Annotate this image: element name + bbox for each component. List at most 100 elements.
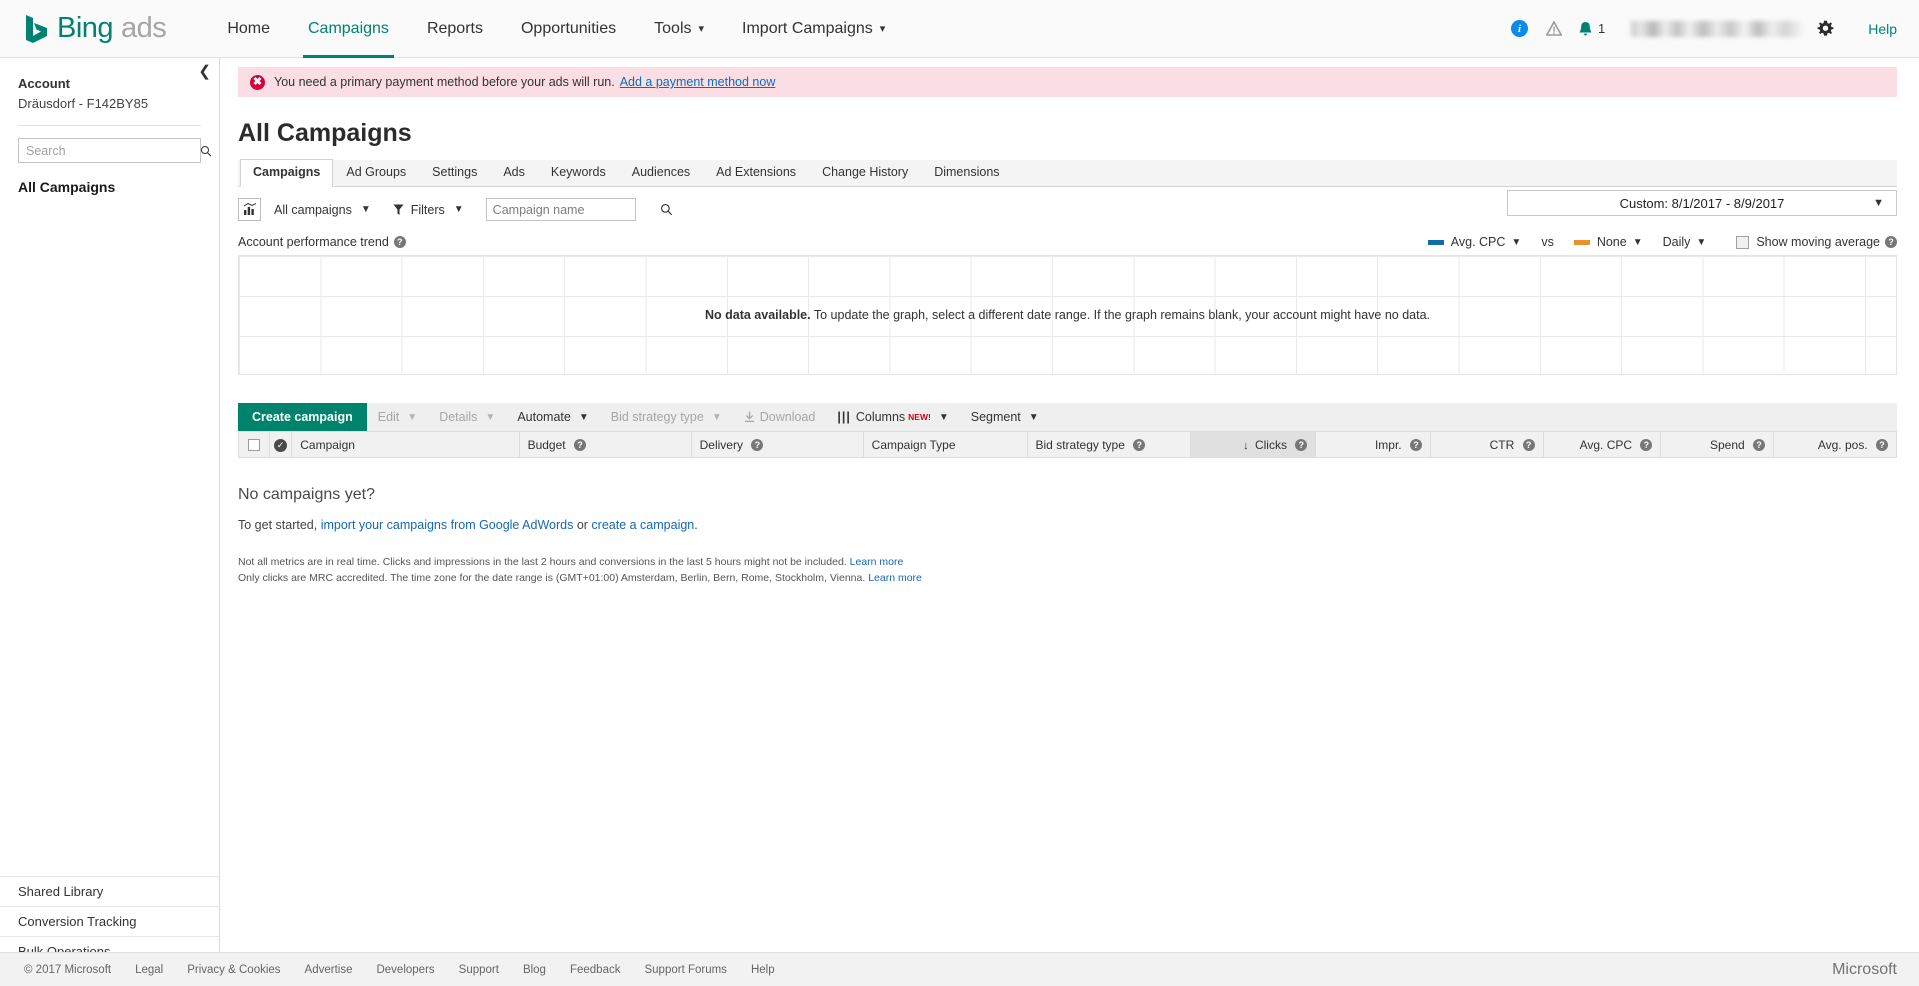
nav-item-import-campaigns-label: Import Campaigns [742,19,873,37]
date-range-picker[interactable]: Custom: 8/1/2017 - 8/9/2017 ▼ [1507,190,1897,216]
page-title: All Campaigns [238,119,412,147]
footer-link-blog[interactable]: Blog [523,964,546,976]
nav-item-home[interactable]: Home [208,0,289,58]
tab-dimensions[interactable]: Dimensions [921,159,1012,186]
sidebar-search-box[interactable] [18,138,212,163]
select-all-checkbox[interactable] [247,439,260,452]
add-payment-method-link[interactable]: Add a payment method now [620,75,776,89]
automate-label: Automate [517,410,571,424]
tab-change-history[interactable]: Change History [809,159,921,186]
column-header-campaign[interactable]: Campaign [291,431,520,458]
help-icon[interactable]: ? [1522,439,1535,452]
sidebar-item-shared-library[interactable]: Shared Library [0,876,219,906]
footer-link-help[interactable]: Help [751,964,775,976]
nav-item-tools[interactable]: Tools ▾ [635,0,723,58]
user-account-name-redacted[interactable] [1631,20,1804,37]
column-header-ctr[interactable]: CTR ? [1429,431,1544,458]
legend-metric-1[interactable]: Avg. CPC ▼ [1427,235,1522,249]
collapse-sidebar-icon[interactable]: ❮ [198,64,211,79]
nav-item-import-campaigns[interactable]: Import Campaigns ▾ [723,0,904,58]
footer-link-support-forums[interactable]: Support Forums [644,964,726,976]
legend-granularity-dropdown[interactable]: Daily ▼ [1663,235,1707,249]
edit-dropdown[interactable]: Edit ▼ [367,403,428,431]
select-all-header[interactable] [238,431,270,458]
footer-link-support[interactable]: Support [459,964,499,976]
download-button[interactable]: Download [733,403,827,431]
column-header-spend[interactable]: Spend ? [1660,431,1775,458]
campaign-name-search-box[interactable] [485,198,672,221]
show-moving-average-checkbox[interactable] [1736,235,1750,249]
help-icon[interactable]: ? [1876,439,1888,452]
create-campaign-link[interactable]: create a campaign [591,518,694,532]
help-icon[interactable]: ? [1133,439,1146,452]
footer-link-advertise[interactable]: Advertise [305,964,353,976]
column-header-avg-pos[interactable]: Avg. pos. ? [1773,431,1897,458]
import-adwords-link[interactable]: import your campaigns from Google AdWord… [321,518,574,532]
nav-item-campaigns[interactable]: Campaigns [289,0,408,58]
nav-item-opportunities[interactable]: Opportunities [502,0,635,58]
bid-strategy-type-label: Bid strategy type [610,410,704,424]
tab-campaigns[interactable]: Campaigns [240,159,334,187]
chevron-down-icon: ▼ [485,411,496,423]
notification-bell-icon[interactable] [1578,21,1593,37]
edit-label: Edit [377,410,400,424]
column-header-impr[interactable]: Impr. ? [1315,431,1431,458]
bing-ads-logo[interactable]: Bing ads [24,12,167,45]
status-column-header[interactable]: ✓ [268,431,293,458]
columns-dropdown[interactable]: ||| Columns NEW! ▼ [826,403,959,431]
settings-gear-icon[interactable] [1817,20,1834,37]
chevron-down-icon: ▼ [360,204,371,215]
funnel-icon [393,204,404,216]
search-input[interactable] [19,139,194,162]
tab-ad-groups[interactable]: Ad Groups [333,159,419,186]
footer-link-legal[interactable]: Legal [135,964,163,976]
help-icon[interactable]: ? [1295,439,1308,452]
column-header-delivery[interactable]: Delivery ? [690,431,864,458]
toggle-chart-button[interactable] [238,198,261,221]
tab-ads[interactable]: Ads [490,159,538,186]
campaign-name-input[interactable] [486,199,660,220]
help-icon[interactable]: ? [751,439,764,452]
footnote-mrc-learn-more-link[interactable]: Learn more [868,572,922,584]
nav-item-reports[interactable]: Reports [408,0,502,58]
footer-link-developers[interactable]: Developers [376,964,434,976]
campaign-name-search-button[interactable] [660,203,679,216]
show-moving-average-control[interactable]: Show moving average ? [1736,235,1897,249]
sidebar-item-conversion-tracking[interactable]: Conversion Tracking [0,906,219,936]
column-header-clicks[interactable]: ↓ Clicks ? [1190,431,1317,458]
column-header-campaign-type[interactable]: Campaign Type [862,431,1028,458]
legend-metric-2[interactable]: None ▼ [1573,235,1643,249]
help-icon[interactable]: ? [1753,439,1766,452]
warning-icon[interactable] [1545,20,1563,36]
tab-settings[interactable]: Settings [419,159,490,186]
sidebar-item-all-campaigns[interactable]: All Campaigns [0,163,219,195]
footer-link-privacy-cookies[interactable]: Privacy & Cookies [187,964,280,976]
footnote-realtime-learn-more-link[interactable]: Learn more [850,556,904,568]
footnote-realtime-text: Not all metrics are in real time. Clicks… [238,556,847,568]
campaign-scope-dropdown[interactable]: All campaigns ▼ [274,203,371,217]
column-header-bid-strategy-type[interactable]: Bid strategy type ? [1026,431,1192,458]
help-icon[interactable]: ? [1640,439,1653,452]
tab-ad-extensions[interactable]: Ad Extensions [703,159,809,186]
help-icon[interactable]: ? [1885,236,1897,248]
tab-keywords[interactable]: Keywords [538,159,619,186]
filters-dropdown[interactable]: Filters ▼ [393,203,464,217]
segment-dropdown[interactable]: Segment ▼ [960,403,1050,431]
help-icon[interactable]: ? [1409,439,1422,452]
search-button[interactable] [194,139,218,162]
column-header-budget[interactable]: Budget ? [518,431,692,458]
help-icon[interactable]: ? [393,236,406,248]
tab-audiences[interactable]: Audiences [619,159,703,186]
create-campaign-button[interactable]: Create campaign [238,403,367,431]
automate-dropdown[interactable]: Automate ▼ [506,403,599,431]
header-help-link[interactable]: Help [1868,21,1897,37]
chevron-down-icon: ▼ [1511,236,1522,248]
bid-strategy-type-dropdown[interactable]: Bid strategy type ▼ [600,403,733,431]
column-header-avg-cpc[interactable]: Avg. CPC ? [1542,431,1662,458]
globe-info-icon[interactable]: i [1510,20,1528,37]
footer-link-feedback[interactable]: Feedback [570,964,621,976]
footer-copyright: © 2017 Microsoft [24,963,112,976]
details-dropdown[interactable]: Details ▼ [428,403,506,431]
status-check-icon[interactable]: ✓ [273,438,287,452]
help-icon[interactable]: ? [573,439,586,452]
